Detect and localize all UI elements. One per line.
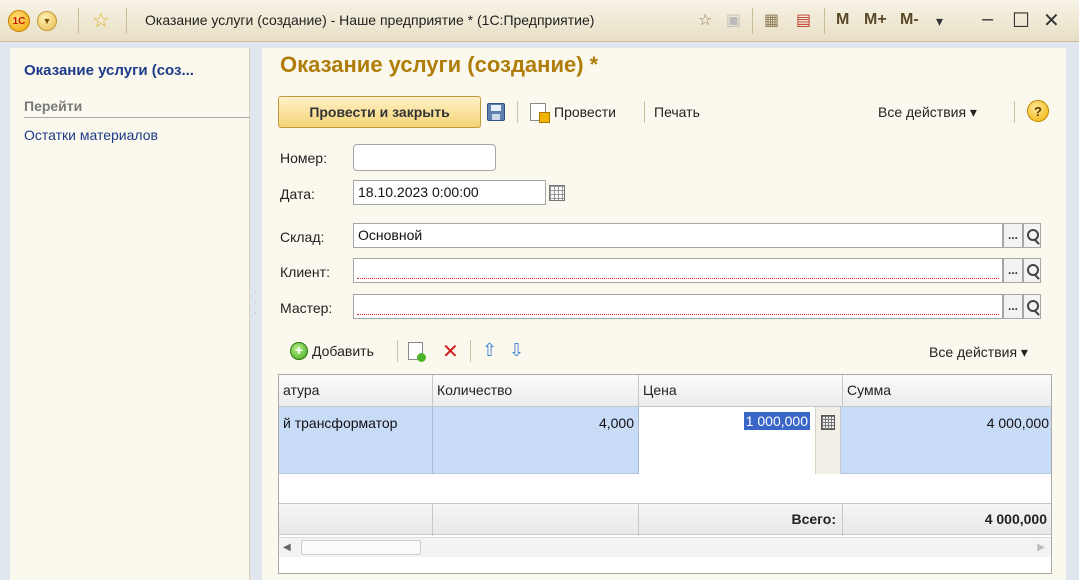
nav-section-goto: Перейти [24,98,83,114]
toolbar-divider [470,340,471,362]
cell-price-editor[interactable]: 1 000,000 [639,407,841,474]
footer-total-value: 4 000,000 [984,511,1047,527]
nav-link-material-balances[interactable]: Остатки материалов [24,127,158,143]
window-menu-icon[interactable]: ▾ [936,13,943,30]
warehouse-label: Склад: [280,229,325,245]
titlebar-divider [752,8,753,34]
post-and-close-button[interactable]: Провести и закрыть [278,96,481,128]
add-row-button[interactable]: Добавить [312,343,374,359]
client-field[interactable] [353,258,1003,283]
cell-item[interactable]: й трансформатор [279,407,433,474]
warehouse-field[interactable]: Основной [353,223,1003,248]
history-icon[interactable]: ▣ [726,10,741,30]
add-row-icon[interactable]: + [290,342,308,360]
maximize-icon[interactable]: ☐ [1012,8,1030,33]
memory-minus-button[interactable]: M- [900,11,919,29]
column-header-sum[interactable]: Сумма [843,375,1051,407]
services-table[interactable]: атура Количество Цена Сумма й трансформа… [278,374,1052,574]
copy-row-icon[interactable] [408,342,426,362]
price-input[interactable]: 1 000,000 [743,412,810,430]
main-menu-dropdown-icon[interactable]: ▼ [37,11,57,31]
post-button[interactable]: Провести [554,104,616,120]
toolbar-divider [397,340,398,362]
toolbar-divider [644,101,645,123]
panel-splitter-handle[interactable]: · · · [254,288,257,318]
footer-total-label: Всего: [639,504,843,536]
horizontal-scrollbar[interactable]: ◀ ▶ [279,537,1051,557]
master-field[interactable] [353,294,1003,319]
calendar-icon[interactable]: ▤ [796,10,811,30]
move-up-icon[interactable]: ⇧ [482,340,497,361]
price-calculator-button[interactable] [815,407,840,474]
help-icon[interactable]: ? [1027,100,1049,122]
number-field[interactable] [353,144,496,171]
client-label: Клиент: [280,264,330,280]
client-select-button[interactable]: ... [1003,258,1023,283]
footer-cell-empty [433,504,639,536]
delete-row-icon[interactable]: ✕ [442,339,459,364]
window-title: Оказание услуги (создание) - Наше предпр… [145,12,595,28]
table-footer: Всего: 4 000,000 [279,503,1051,536]
scrollbar-thumb[interactable] [301,540,421,555]
memory-plus-button[interactable]: M+ [864,11,887,29]
print-button[interactable]: Печать [654,104,700,120]
app-logo-icon[interactable]: 1С [8,10,30,32]
all-actions-menu[interactable]: Все действия ▾ [878,104,977,121]
calculator-icon[interactable]: ▦ [764,10,779,30]
titlebar-divider [78,8,79,34]
window-titlebar: 1С ▼ ☆ Оказание услуги (создание) - Наше… [0,0,1079,42]
minimize-icon[interactable]: – [982,8,993,31]
date-label: Дата: [280,186,315,202]
toolbar-divider [517,101,518,123]
calculator-icon [821,415,835,430]
number-label: Номер: [280,150,327,166]
column-header-price[interactable]: Цена [639,375,843,407]
master-select-button[interactable]: ... [1003,294,1023,319]
toolbar-divider [1014,101,1015,123]
column-header-item[interactable]: атура [279,375,433,407]
column-header-quantity[interactable]: Количество [433,375,639,407]
nav-section-divider [24,117,250,118]
warehouse-select-button[interactable]: ... [1003,223,1023,248]
cell-sum[interactable]: 4 000,000 [843,407,1051,474]
favorites-add-icon[interactable]: ☆ [698,10,712,30]
warehouse-open-search-icon[interactable] [1023,223,1041,248]
titlebar-divider [126,8,127,34]
navigation-panel: Оказание услуги (соз... Перейти Остатки … [10,48,250,580]
master-label: Мастер: [280,300,333,316]
cell-quantity[interactable]: 4,000 [433,407,639,474]
table-header: атура Количество Цена Сумма [279,375,1051,407]
page-title: Оказание услуги (создание) * [280,52,599,77]
move-down-icon[interactable]: ⇩ [509,340,524,361]
calendar-picker-icon[interactable] [549,185,565,201]
client-open-search-icon[interactable] [1023,258,1041,283]
close-icon[interactable]: ✕ [1043,8,1060,33]
save-icon[interactable] [487,103,505,121]
document-form: Оказание услуги (создание) * Провести и … [262,48,1066,580]
post-document-icon[interactable] [530,103,550,123]
date-field[interactable]: 18.10.2023 0:00:00 [353,180,546,205]
memory-m-button[interactable]: M [836,11,849,29]
scroll-right-arrow-icon[interactable]: ▶ [1037,542,1045,553]
titlebar-divider [824,8,825,34]
master-open-search-icon[interactable] [1023,294,1041,319]
favorite-star-icon[interactable]: ☆ [92,8,110,33]
scroll-left-arrow-icon[interactable]: ◀ [283,542,291,553]
table-all-actions-menu[interactable]: Все действия ▾ [929,344,1028,361]
nav-panel-title[interactable]: Оказание услуги (соз... [24,62,194,79]
footer-cell-empty [279,504,433,536]
